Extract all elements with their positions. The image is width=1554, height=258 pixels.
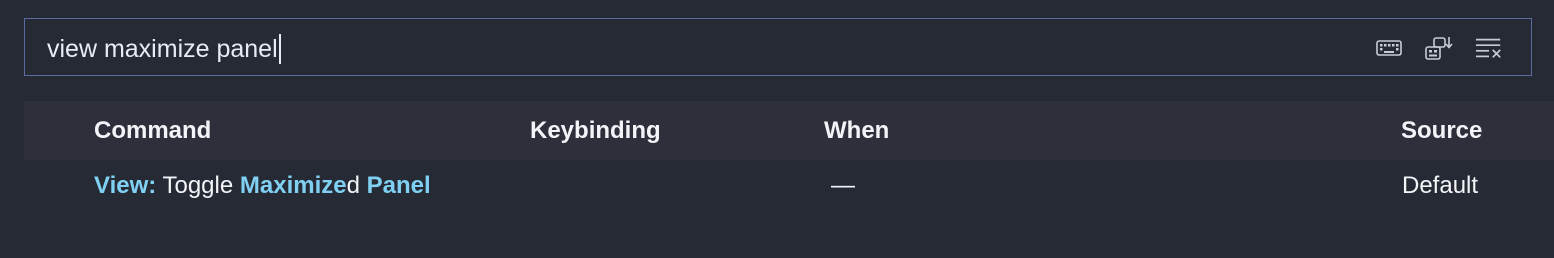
sort-by-precedence-icon [1425,37,1453,60]
search-input[interactable]: view maximize panel [47,34,281,64]
sort-by-precedence-button[interactable] [1425,34,1453,62]
command-match-panel: Panel [366,172,431,199]
when-cell: — [831,172,855,199]
keybindings-editor: view maximize panel Command Keybinding W… [0,0,1554,258]
keybindings-search-box[interactable]: view maximize panel [24,18,1532,76]
column-header-when: When [824,117,890,144]
command-text-suffix: d [346,172,367,199]
table-header: Command Keybinding When Source [24,101,1554,160]
table-row[interactable]: View: Toggle Maximized Panel — Default [24,160,1554,212]
command-text-toggle: Toggle [156,172,240,199]
text-caret [278,34,281,64]
command-match-view: View: [94,172,157,199]
clear-search-button[interactable] [1475,34,1503,62]
column-header-command: Command [94,117,212,144]
search-actions [1375,33,1503,63]
source-cell: Default [1402,172,1479,199]
column-header-source: Source [1401,117,1483,144]
clear-filter-icon [1475,38,1501,58]
column-header-keybinding: Keybinding [530,117,661,144]
command-match-maximize: Maximize [239,172,347,199]
keyboard-icon [1376,40,1402,56]
command-cell: View: Toggle Maximized Panel [94,160,431,212]
search-input-value: view maximize panel [47,35,278,63]
record-keys-button[interactable] [1375,34,1403,62]
